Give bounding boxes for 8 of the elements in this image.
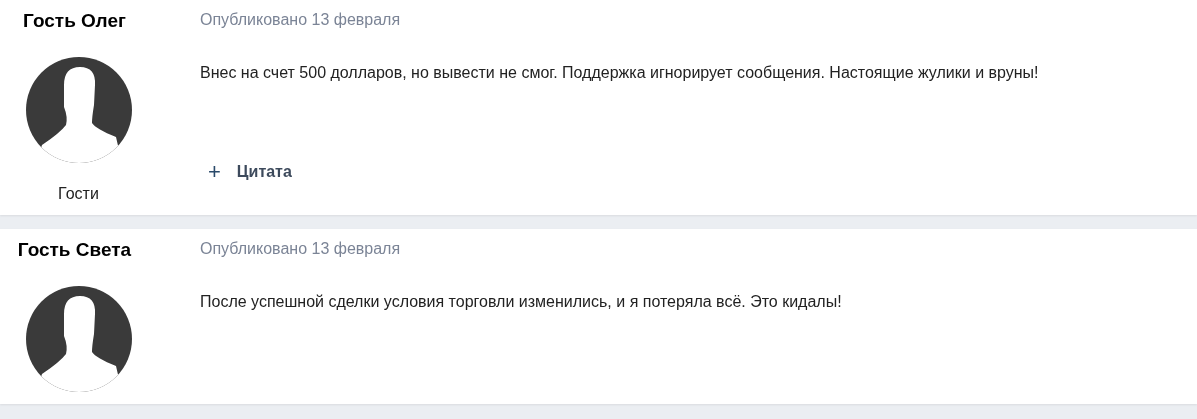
user-group: Гости — [58, 185, 99, 203]
author-name: Гость Света — [17, 239, 132, 261]
post-date: Опубликовано 13 февраля — [200, 240, 402, 258]
quote-button[interactable]: + Цитата — [200, 159, 292, 185]
post-text: После успешной сделки условия торговли изменились, и я потеряла всё. Это кидалы! — [200, 293, 843, 312]
post-date: Опубликовано 13 февраля — [200, 11, 402, 29]
post-text: Внес на счет 500 долларов, но вывести не смог. Поддержка игнорирует сообщения. Настоящие жулики и вруны! — [200, 64, 1040, 83]
author-name: Гость Олег — [23, 10, 126, 32]
